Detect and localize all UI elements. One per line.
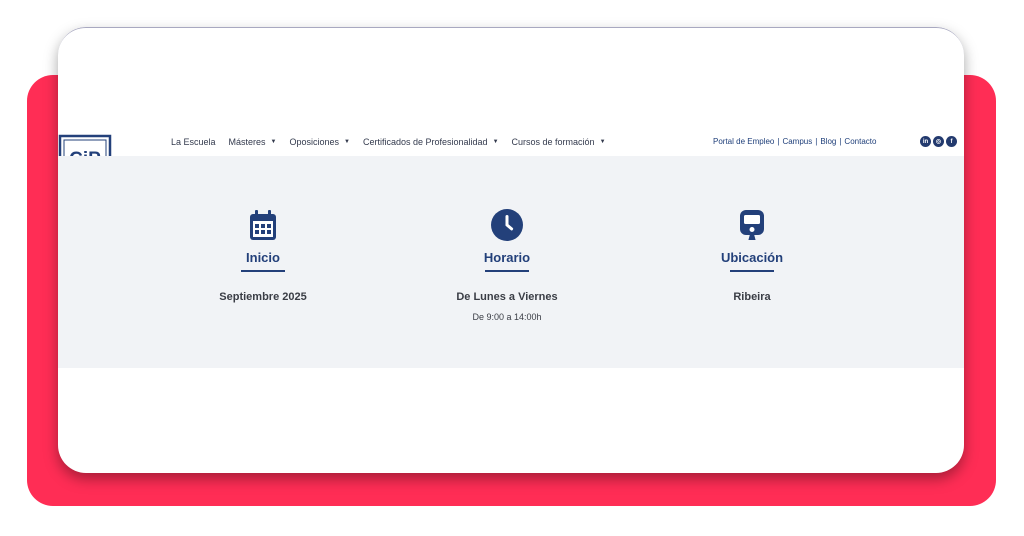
main-nav: La Escuela Másteres ▼ Oposiciones ▼ Cert… <box>171 137 619 147</box>
info-ubicacion: Ubicación Ribeira <box>652 208 852 303</box>
title-underline <box>730 270 774 272</box>
nav-item-la-escuela[interactable]: La Escuela <box>171 137 216 147</box>
caret-down-icon: ▼ <box>492 139 499 145</box>
screenshot-card: CiP FORMACIÓN La Escuela Másteres ▼ Opos… <box>58 27 964 473</box>
facebook-icon[interactable]: f <box>946 136 957 147</box>
info-title: Horario <box>483 250 531 265</box>
info-horario: Horario De Lunes a Viernes De 9:00 a 14:… <box>407 208 607 322</box>
info-value: De Lunes a Viernes <box>456 291 558 303</box>
nav-item-cursos[interactable]: Cursos de formación ▼ <box>512 137 606 147</box>
link-separator: | <box>815 137 818 146</box>
linkedin-icon[interactable]: in <box>920 136 931 147</box>
nav-label: Cursos de formación <box>511 137 595 147</box>
utility-links: Portal de Empleo | Campus | Blog | Conta… <box>713 137 876 146</box>
info-value: Septiembre 2025 <box>219 291 307 303</box>
link-contacto[interactable]: Contacto <box>844 137 876 146</box>
nav-label: Certificados de Profesionalidad <box>362 137 488 147</box>
nav-item-certificados[interactable]: Certificados de Profesionalidad ▼ <box>363 137 499 147</box>
title-underline <box>485 270 529 272</box>
social-icons: in ◎ f <box>920 136 957 147</box>
caret-down-icon: ▼ <box>344 139 350 145</box>
instagram-icon[interactable]: ◎ <box>933 136 944 147</box>
link-separator: | <box>777 137 780 146</box>
nav-label: Oposiciones <box>289 137 340 147</box>
nav-label: Másteres <box>228 137 266 147</box>
info-title: Ubicación <box>720 250 784 265</box>
link-separator: | <box>839 137 842 146</box>
nav-item-masteres[interactable]: Másteres ▼ <box>229 137 277 147</box>
train-icon <box>740 210 764 240</box>
nav-item-oposiciones[interactable]: Oposiciones ▼ <box>290 137 350 147</box>
info-inicio: Inicio Septiembre 2025 <box>163 208 363 303</box>
calendar-icon <box>250 210 276 240</box>
info-subvalue: De 9:00 a 14:00h <box>472 312 542 322</box>
title-underline <box>241 270 285 272</box>
link-portal-empleo[interactable]: Portal de Empleo <box>713 137 774 146</box>
caret-down-icon: ▼ <box>270 139 277 145</box>
link-campus[interactable]: Campus <box>782 137 812 146</box>
info-title: Inicio <box>246 250 280 265</box>
info-value: Ribeira <box>733 291 771 303</box>
course-info-band: Inicio Septiembre 2025 Horario De Lunes … <box>58 156 964 368</box>
link-blog[interactable]: Blog <box>820 137 836 146</box>
clock-icon <box>491 209 523 241</box>
caret-down-icon: ▼ <box>599 139 606 145</box>
nav-label: La Escuela <box>171 137 216 147</box>
